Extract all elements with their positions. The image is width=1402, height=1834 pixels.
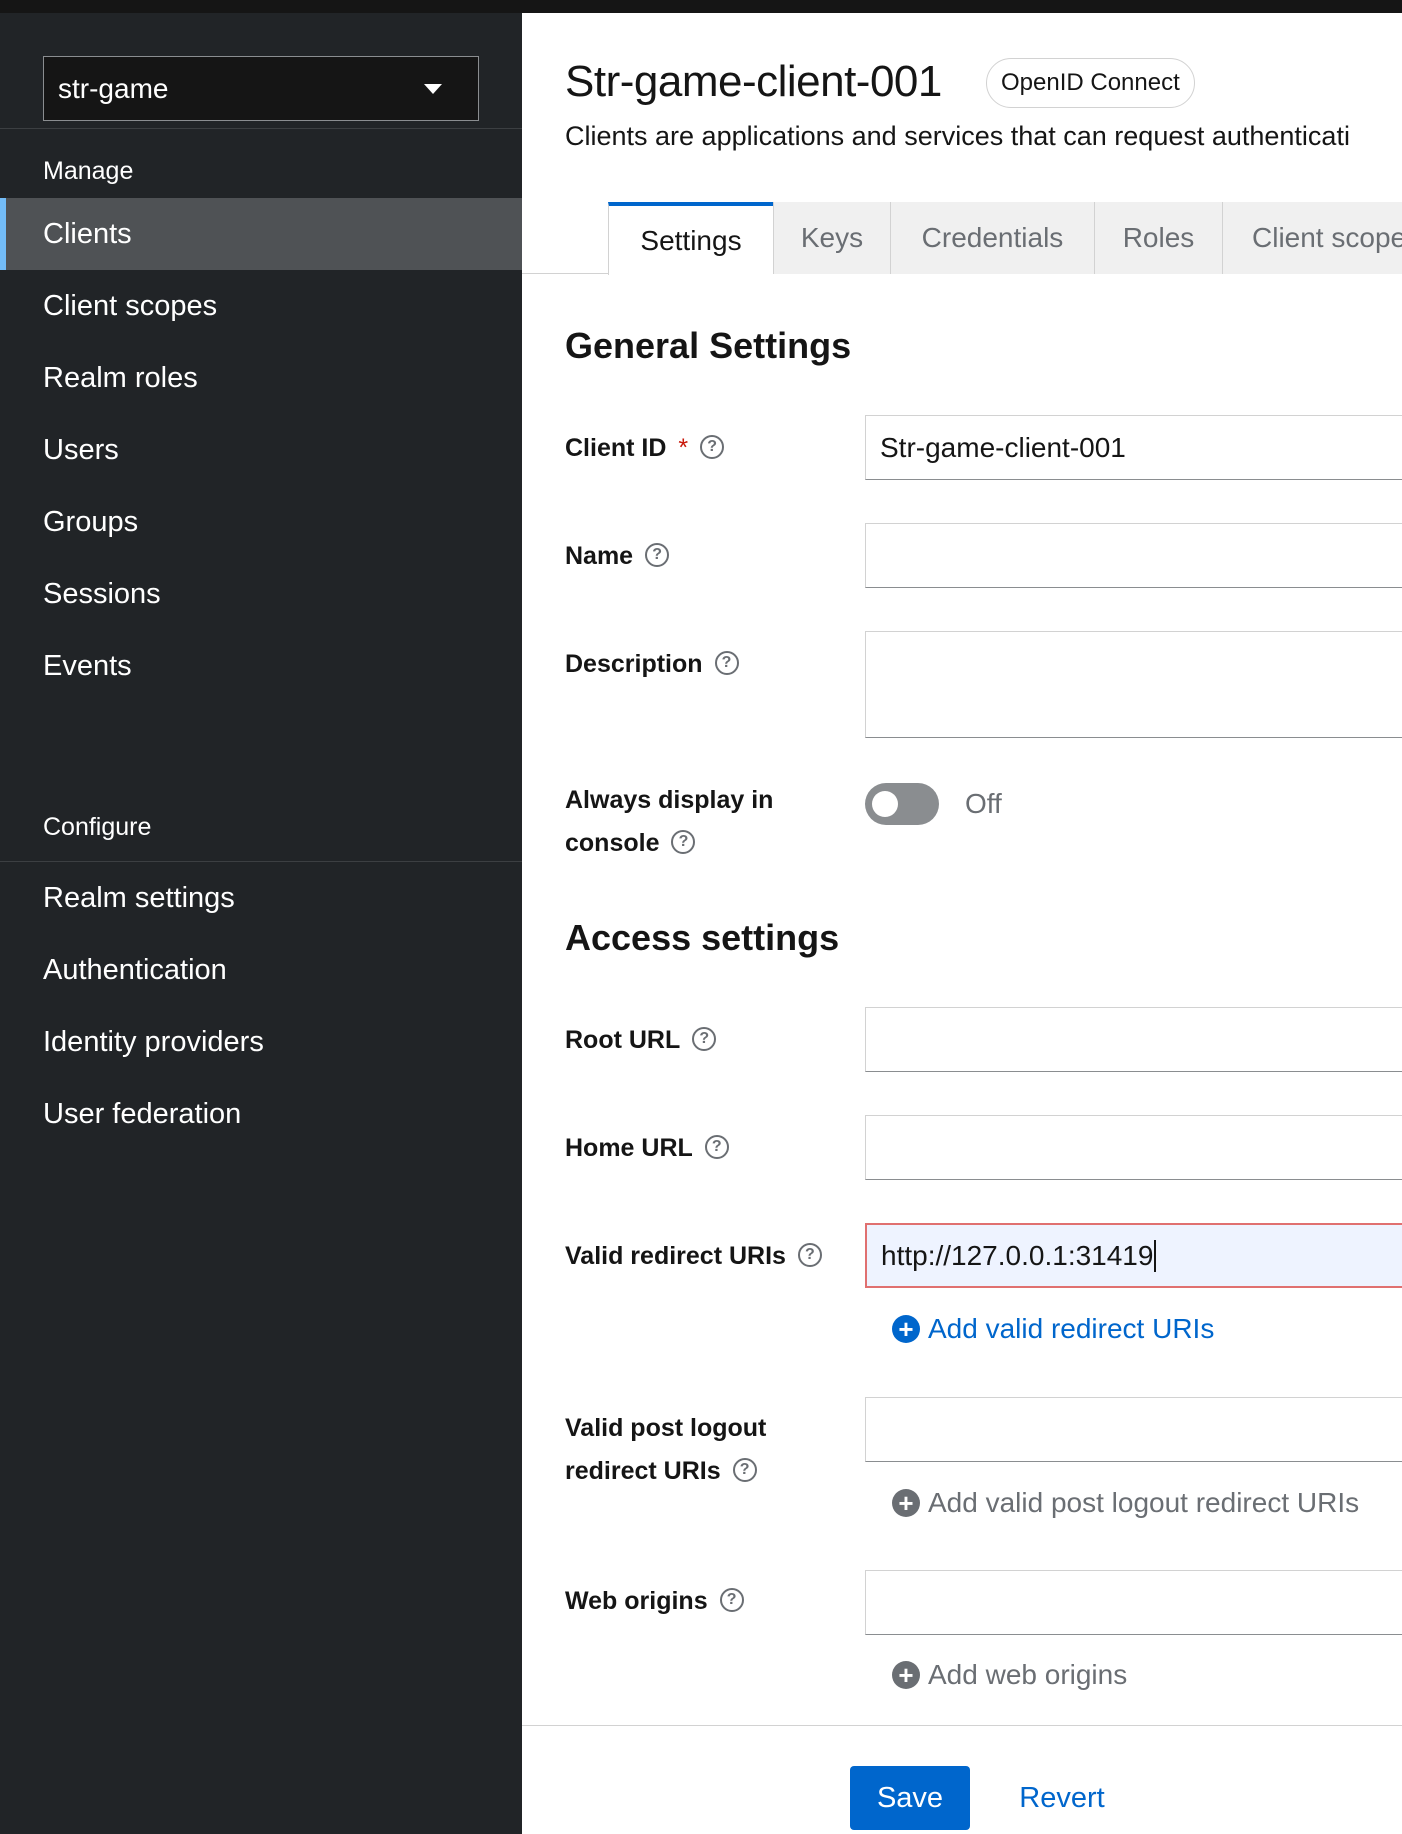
- sidebar-item-label: Sessions: [43, 577, 161, 610]
- sidebar: str-game Manage Clients Client scopes Re…: [0, 13, 522, 1834]
- revert-button[interactable]: Revert: [1002, 1766, 1122, 1830]
- required-marker: *: [678, 434, 689, 462]
- plus-circle-icon: +: [892, 1661, 920, 1689]
- protocol-badge: OpenID Connect: [986, 58, 1195, 108]
- sidebar-item-label: Client scopes: [43, 289, 218, 322]
- sidebar-divider: [0, 128, 522, 129]
- main-content: Str-game-client-001 OpenID Connect Clien…: [522, 13, 1402, 1834]
- sidebar-item-authentication[interactable]: Authentication: [0, 934, 522, 1006]
- question-circle-icon[interactable]: ?: [732, 1458, 757, 1483]
- plus-circle-icon: +: [892, 1315, 920, 1343]
- sidebar-item-label: Realm roles: [43, 361, 198, 394]
- sidebar-item-label: Groups: [43, 505, 139, 538]
- always-display-label: Always display in console?: [565, 779, 773, 865]
- question-circle-icon[interactable]: ?: [700, 435, 725, 460]
- sidebar-item-identity-providers[interactable]: Identity providers: [0, 1006, 522, 1078]
- tab-settings[interactable]: Settings: [608, 202, 773, 275]
- question-circle-icon[interactable]: ?: [719, 1588, 744, 1613]
- add-web-origin-label: Add web origins: [928, 1659, 1128, 1690]
- question-circle-icon[interactable]: ?: [645, 543, 670, 568]
- save-button[interactable]: Save: [850, 1766, 970, 1830]
- client-id-field[interactable]: Str-game-client-001: [865, 415, 1402, 480]
- name-label: Name?: [565, 535, 670, 578]
- home-url-label-text: Home URL: [565, 1134, 693, 1162]
- question-circle-icon[interactable]: ?: [704, 1135, 729, 1160]
- always-display-state: Off: [965, 788, 1002, 819]
- home-url-label: Home URL?: [565, 1127, 729, 1170]
- sidebar-item-client-scopes[interactable]: Client scopes: [0, 270, 522, 342]
- root-url-label-text: Root URL: [565, 1026, 681, 1054]
- always-display-label-line2: console: [565, 829, 660, 857]
- description-field[interactable]: [865, 631, 1402, 738]
- name-label-text: Name: [565, 542, 634, 570]
- add-post-logout-uri-label: Add valid post logout redirect URIs: [928, 1487, 1360, 1518]
- root-url-label: Root URL?: [565, 1019, 717, 1062]
- realm-selector-value: str-game: [58, 72, 169, 104]
- sidebar-item-label: Realm settings: [43, 881, 235, 914]
- general-settings-heading: General Settings: [565, 325, 852, 366]
- sidebar-item-label: Events: [43, 649, 132, 682]
- question-circle-icon[interactable]: ?: [671, 830, 696, 855]
- sidebar-item-label: User federation: [43, 1097, 242, 1130]
- tab-roles[interactable]: Roles: [1094, 202, 1222, 274]
- sidebar-item-label: Users: [43, 433, 119, 466]
- sidebar-item-label: Identity providers: [43, 1025, 264, 1058]
- description-label: Description?: [565, 643, 739, 686]
- always-display-label-line1: Always display in: [565, 786, 774, 814]
- question-circle-icon[interactable]: ?: [797, 1243, 822, 1268]
- text-cursor: [1154, 1239, 1157, 1272]
- form-footer: Save Revert: [522, 1725, 1402, 1834]
- tab-keys[interactable]: Keys: [773, 202, 890, 274]
- redirect-uris-label: Valid redirect URIs?: [565, 1235, 822, 1278]
- home-url-field[interactable]: [865, 1115, 1402, 1180]
- sidebar-item-events[interactable]: Events: [0, 630, 522, 702]
- sidebar-section-configure: Configure: [43, 813, 152, 841]
- web-origins-label-text: Web origins: [565, 1587, 708, 1615]
- page-description: Clients are applications and services th…: [565, 121, 1350, 151]
- question-circle-icon[interactable]: ?: [692, 1027, 717, 1052]
- client-id-label: Client ID *?: [565, 427, 725, 470]
- sidebar-item-realm-settings[interactable]: Realm settings: [0, 862, 522, 934]
- access-settings-heading: Access settings: [565, 917, 840, 958]
- caret-down-icon: [424, 83, 442, 94]
- masthead-strip: [0, 0, 1402, 13]
- sidebar-item-realm-roles[interactable]: Realm roles: [0, 342, 522, 414]
- post-logout-label-line2: redirect URIs: [565, 1457, 721, 1485]
- root-url-field[interactable]: [865, 1007, 1402, 1072]
- redirect-uri-value: http://127.0.0.1:31419: [881, 1239, 1154, 1271]
- tab-bar: Settings Keys Credentials Roles Client s…: [522, 202, 1402, 275]
- page-title: Str-game-client-001: [565, 57, 942, 106]
- sidebar-item-label: Authentication: [43, 953, 227, 986]
- sidebar-item-user-federation[interactable]: User federation: [0, 1078, 522, 1150]
- sidebar-section-manage: Manage: [43, 157, 134, 185]
- add-post-logout-uri-button[interactable]: + Add valid post logout redirect URIs: [892, 1487, 1359, 1519]
- toggle-knob: [872, 791, 898, 817]
- post-logout-uri-field[interactable]: [865, 1397, 1402, 1462]
- add-web-origin-button[interactable]: + Add web origins: [892, 1659, 1127, 1691]
- add-redirect-uri-button[interactable]: + Add valid redirect URIs: [892, 1313, 1214, 1345]
- tab-credentials[interactable]: Credentials: [890, 202, 1094, 274]
- question-circle-icon[interactable]: ?: [714, 651, 739, 676]
- redirect-uri-field[interactable]: http://127.0.0.1:31419: [865, 1223, 1402, 1288]
- plus-circle-icon: +: [892, 1489, 920, 1517]
- realm-selector[interactable]: str-game: [43, 56, 479, 121]
- client-id-label-text: Client ID: [565, 434, 667, 462]
- always-display-toggle[interactable]: [865, 783, 939, 825]
- sidebar-item-sessions[interactable]: Sessions: [0, 558, 522, 630]
- post-logout-label: Valid post logout redirect URIs?: [565, 1407, 766, 1493]
- web-origins-label: Web origins?: [565, 1580, 744, 1623]
- web-origins-field[interactable]: [865, 1570, 1402, 1635]
- sidebar-item-label: Clients: [43, 217, 132, 250]
- redirect-uris-label-text: Valid redirect URIs: [565, 1242, 786, 1270]
- sidebar-item-users[interactable]: Users: [0, 414, 522, 486]
- sidebar-item-clients[interactable]: Clients: [0, 198, 522, 270]
- description-label-text: Description: [565, 650, 703, 678]
- tab-client-scopes[interactable]: Client scope: [1222, 202, 1402, 274]
- sidebar-item-groups[interactable]: Groups: [0, 486, 522, 558]
- add-redirect-uri-label: Add valid redirect URIs: [928, 1313, 1215, 1344]
- post-logout-label-line1: Valid post logout: [565, 1414, 767, 1442]
- name-field[interactable]: [865, 523, 1402, 588]
